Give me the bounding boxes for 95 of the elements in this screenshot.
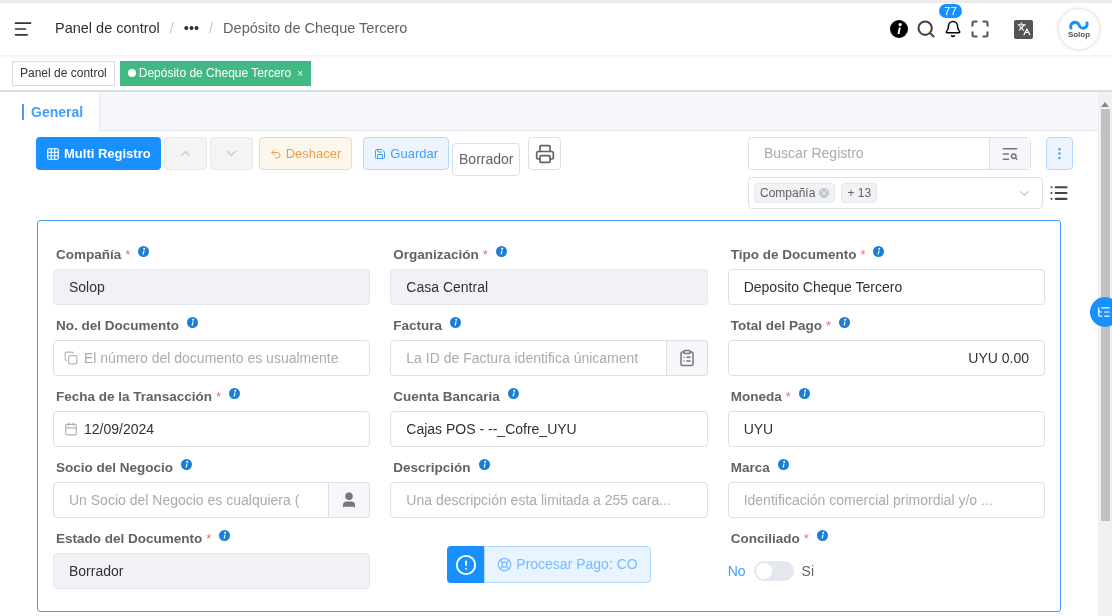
notification-badge: 77: [939, 4, 962, 18]
field-label: Fecha de la Transacción: [56, 387, 213, 406]
input-field[interactable]: Solop: [53, 269, 371, 305]
input-field[interactable]: Cajas POS - --_Cofre_UYU: [390, 411, 708, 447]
field-value: Casa Central: [406, 277, 489, 297]
input-field[interactable]: UYU: [727, 411, 1045, 447]
lifebuoy-icon: [497, 557, 513, 572]
grid-icon: [46, 146, 60, 161]
filter-select[interactable]: Compañía + 13: [748, 177, 1043, 209]
tree-view-icon[interactable]: [1090, 297, 1112, 327]
field-value: Deposito Cheque Tercero: [743, 277, 903, 297]
info-icon: [798, 387, 810, 399]
field-value: 12/09/2024: [84, 419, 155, 439]
field-label: Moneda: [730, 387, 782, 406]
field-label: Descripción: [393, 458, 471, 477]
field-label: Conciliado: [730, 529, 800, 548]
search-icon[interactable]: [916, 19, 936, 39]
field-placeholder: Identificación comercial primordial y/o ...: [743, 490, 993, 510]
field-value: Borrador: [69, 561, 124, 581]
person-icon[interactable]: [329, 482, 371, 518]
input-field[interactable]: 12/09/2024: [53, 411, 371, 447]
alert-icon[interactable]: [447, 546, 485, 583]
scroll-up-arrow-icon[interactable]: [1101, 102, 1109, 107]
filter-tag[interactable]: Compañía: [754, 183, 836, 203]
search-list-icon[interactable]: [989, 138, 1030, 169]
info-icon: [450, 316, 462, 328]
info-icon: [873, 245, 885, 257]
logo[interactable]: Solop: [1059, 9, 1099, 49]
breadcrumb-link[interactable]: Panel de control: [55, 18, 160, 40]
info-icon: [138, 245, 150, 257]
breadcrumb-current: Depósito de Cheque Tercero: [223, 19, 408, 39]
field-value: Cajas POS - --_Cofre_UYU: [406, 419, 577, 439]
document-status-button[interactable]: Borrador: [452, 143, 521, 176]
filter-tag[interactable]: + 13: [841, 183, 878, 203]
field-value: Solop: [69, 277, 105, 297]
required-mark: *: [785, 388, 791, 407]
required-mark: *: [216, 388, 222, 407]
required-mark: *: [482, 246, 488, 265]
switch-on-label: Si: [801, 561, 814, 581]
info-icon: [229, 387, 241, 399]
info-icon: [777, 458, 789, 470]
fullscreen-icon[interactable]: [970, 19, 990, 39]
info-icon: [495, 245, 507, 257]
save-icon: [374, 147, 387, 160]
breadcrumb-separator: /: [209, 19, 214, 39]
info-icon[interactable]: [890, 20, 908, 38]
list-icon[interactable]: [1049, 183, 1069, 203]
field-label: Cuenta Bancaria: [393, 387, 500, 406]
multi-record-button[interactable]: Multi Registro: [36, 137, 161, 170]
clipboard-icon[interactable]: [666, 340, 708, 376]
scrollbar[interactable]: [1098, 92, 1112, 616]
breadcrumb-separator: /: [169, 19, 174, 39]
field-label: Estado del Documento: [56, 529, 203, 548]
document-icon: [64, 351, 78, 365]
calendar-icon: [64, 422, 78, 436]
switch-off-label: No: [727, 561, 746, 581]
input-field[interactable]: Deposito Cheque Tercero: [727, 269, 1045, 305]
required-mark: *: [206, 530, 212, 549]
open-tab[interactable]: Panel de control: [12, 60, 115, 86]
undo-icon: [269, 147, 282, 160]
info-icon: [816, 529, 828, 541]
printer-icon: [535, 143, 555, 164]
field-placeholder: El número del documento es usualmente: [84, 348, 339, 368]
field-label: Organización: [393, 245, 479, 264]
bell-icon[interactable]: [944, 20, 962, 38]
input-field[interactable]: Casa Central: [390, 269, 708, 305]
info-icon: [219, 529, 231, 541]
breadcrumb-ellipsis[interactable]: •••: [183, 18, 200, 40]
field-label: Compañía: [56, 245, 122, 264]
field-value: UYU 0.00: [968, 348, 1029, 368]
field-value: UYU: [743, 419, 774, 439]
info-icon: [187, 316, 198, 328]
info-icon: [478, 458, 490, 470]
required-mark: *: [860, 246, 866, 265]
field-label: Total del Pago: [730, 316, 822, 335]
required-mark: *: [825, 317, 831, 336]
field-label: Socio del Negocio: [56, 458, 174, 477]
field-placeholder: Un Socio del Negocio es cualquiera (: [69, 490, 300, 510]
field-label: Tipo de Documento: [730, 245, 857, 264]
field-label: Marca: [730, 458, 770, 477]
menu-icon[interactable]: [13, 19, 33, 39]
required-mark: *: [803, 530, 809, 549]
info-icon: [181, 458, 193, 470]
required-mark: *: [125, 246, 131, 265]
print-button[interactable]: [528, 137, 562, 170]
input-field[interactable]: UYU 0.00: [727, 340, 1045, 376]
input-field[interactable]: Borrador: [53, 553, 371, 589]
toggle-switch[interactable]: [753, 561, 794, 581]
field-label: Factura: [393, 316, 443, 335]
field-label: No. del Documento: [56, 316, 179, 335]
translate-icon[interactable]: [1014, 19, 1033, 39]
field-placeholder: Una descripción esta limitada a 255 cara...: [406, 490, 671, 510]
info-icon: [839, 316, 850, 328]
info-icon: [507, 387, 519, 399]
field-placeholder: La ID de Factura identifica únicament: [406, 348, 639, 368]
